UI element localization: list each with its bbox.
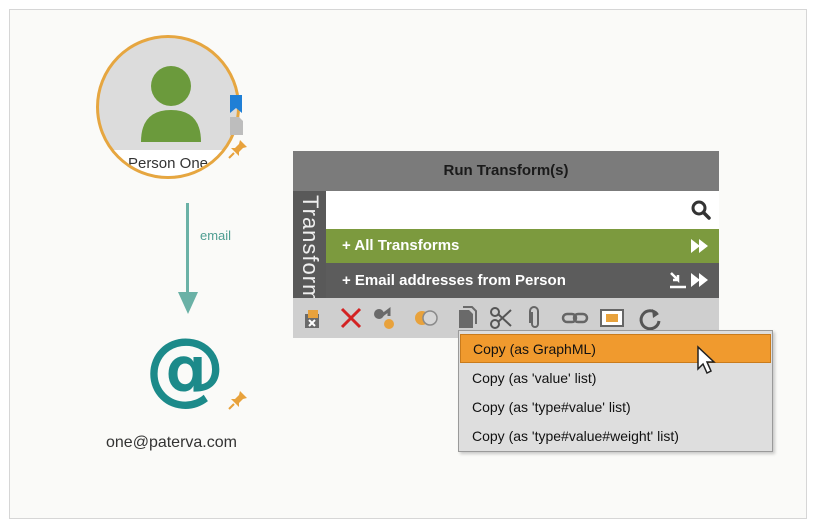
pin-icon[interactable]	[228, 390, 248, 410]
copy-icon[interactable]	[457, 306, 479, 330]
fast-forward-icon[interactable]	[691, 273, 709, 287]
panel-title: Run Transform(s)	[293, 151, 719, 191]
email-node-label: one@paterva.com	[106, 434, 237, 451]
edge-label: email	[200, 228, 232, 243]
run-transforms-panel: Run Transform(s) Transforms + All Transf…	[293, 151, 719, 338]
menu-item-copy-graphml[interactable]: Copy (as GraphML)	[460, 334, 771, 363]
person-node-circle[interactable]: Person One	[96, 35, 240, 179]
all-transforms-label: + All Transforms	[342, 237, 460, 254]
at-sign-icon[interactable]: @	[145, 328, 225, 408]
cut-icon[interactable]	[489, 306, 513, 330]
edge-arrowhead	[178, 292, 198, 314]
change-type-icon[interactable]	[301, 306, 325, 330]
menu-item-label: Copy (as 'type#value' list)	[472, 399, 631, 415]
menu-item-label: Copy (as 'type#value#weight' list)	[472, 428, 679, 444]
image-icon[interactable]	[599, 306, 625, 330]
person-node-label: Person One	[99, 150, 237, 176]
email-addresses-from-person-row[interactable]: + Email addresses from Person	[326, 263, 719, 298]
notes-icon[interactable]	[228, 117, 244, 135]
menu-item-copy-type-value-weight-list[interactable]: Copy (as 'type#value#weight' list)	[460, 422, 771, 451]
menu-item-label: Copy (as 'value' list)	[472, 370, 597, 386]
fast-forward-icon[interactable]	[691, 239, 709, 253]
side-tab-label: Transforms	[298, 195, 323, 298]
bookmark-icon[interactable]	[228, 95, 244, 113]
person-icon	[141, 66, 201, 142]
download-icon[interactable]	[669, 271, 687, 289]
transforms-side-tab[interactable]: Transforms	[293, 191, 326, 298]
all-transforms-row[interactable]: + All Transforms	[326, 229, 719, 263]
menu-item-copy-value-list[interactable]: Copy (as 'value' list)	[460, 364, 771, 393]
mouse-cursor-icon	[697, 345, 716, 375]
search-icon[interactable]	[691, 200, 711, 220]
merge-icon[interactable]	[371, 306, 397, 332]
person-node-overlays	[228, 95, 248, 163]
transform-search-input[interactable]	[326, 191, 719, 229]
menu-item-label: Copy (as GraphML)	[473, 341, 596, 357]
email-transform-label: + Email addresses from Person	[342, 272, 566, 289]
chain-link-icon[interactable]	[561, 306, 589, 330]
refresh-icon[interactable]	[637, 306, 663, 332]
link-icon[interactable]	[413, 306, 439, 330]
copy-context-menu: Copy (as GraphML) Copy (as 'value' list)…	[458, 330, 773, 452]
menu-item-copy-type-value-list[interactable]: Copy (as 'type#value' list)	[460, 393, 771, 422]
person-node[interactable]: Person One	[96, 35, 276, 180]
pin-icon[interactable]	[228, 139, 248, 159]
attach-icon[interactable]	[527, 306, 543, 330]
delete-icon[interactable]	[339, 306, 363, 330]
edge-line[interactable]	[186, 203, 189, 298]
